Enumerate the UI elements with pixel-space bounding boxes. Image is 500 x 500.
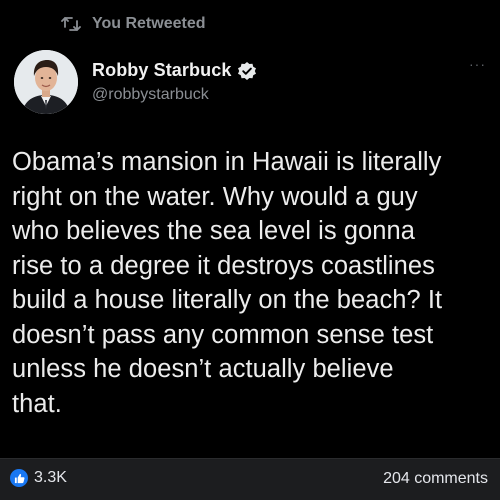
tweet-text: Obama’s mansion in Hawaii is literally r… — [12, 148, 443, 418]
likes-count[interactable]: 3.3K — [10, 469, 67, 487]
verified-badge-icon — [237, 61, 257, 81]
likes-count-label: 3.3K — [34, 469, 67, 486]
retweet-banner: You Retweeted — [60, 10, 206, 38]
thumbs-up-icon — [10, 469, 28, 487]
retweet-label: You Retweeted — [92, 15, 206, 32]
author-handle[interactable]: @robbystarbuck — [92, 86, 209, 104]
avatar-portrait — [14, 50, 78, 114]
author-name-row[interactable]: Robby Starbuck — [92, 60, 257, 81]
author-name[interactable]: Robby Starbuck — [92, 60, 231, 81]
reaction-footer: 3.3K 204 comments — [0, 458, 500, 500]
comments-count[interactable]: 204 comments — [383, 470, 488, 488]
retweet-icon — [60, 14, 82, 34]
more-options-icon[interactable]: ··· — [469, 56, 486, 72]
avatar[interactable] — [14, 50, 78, 114]
